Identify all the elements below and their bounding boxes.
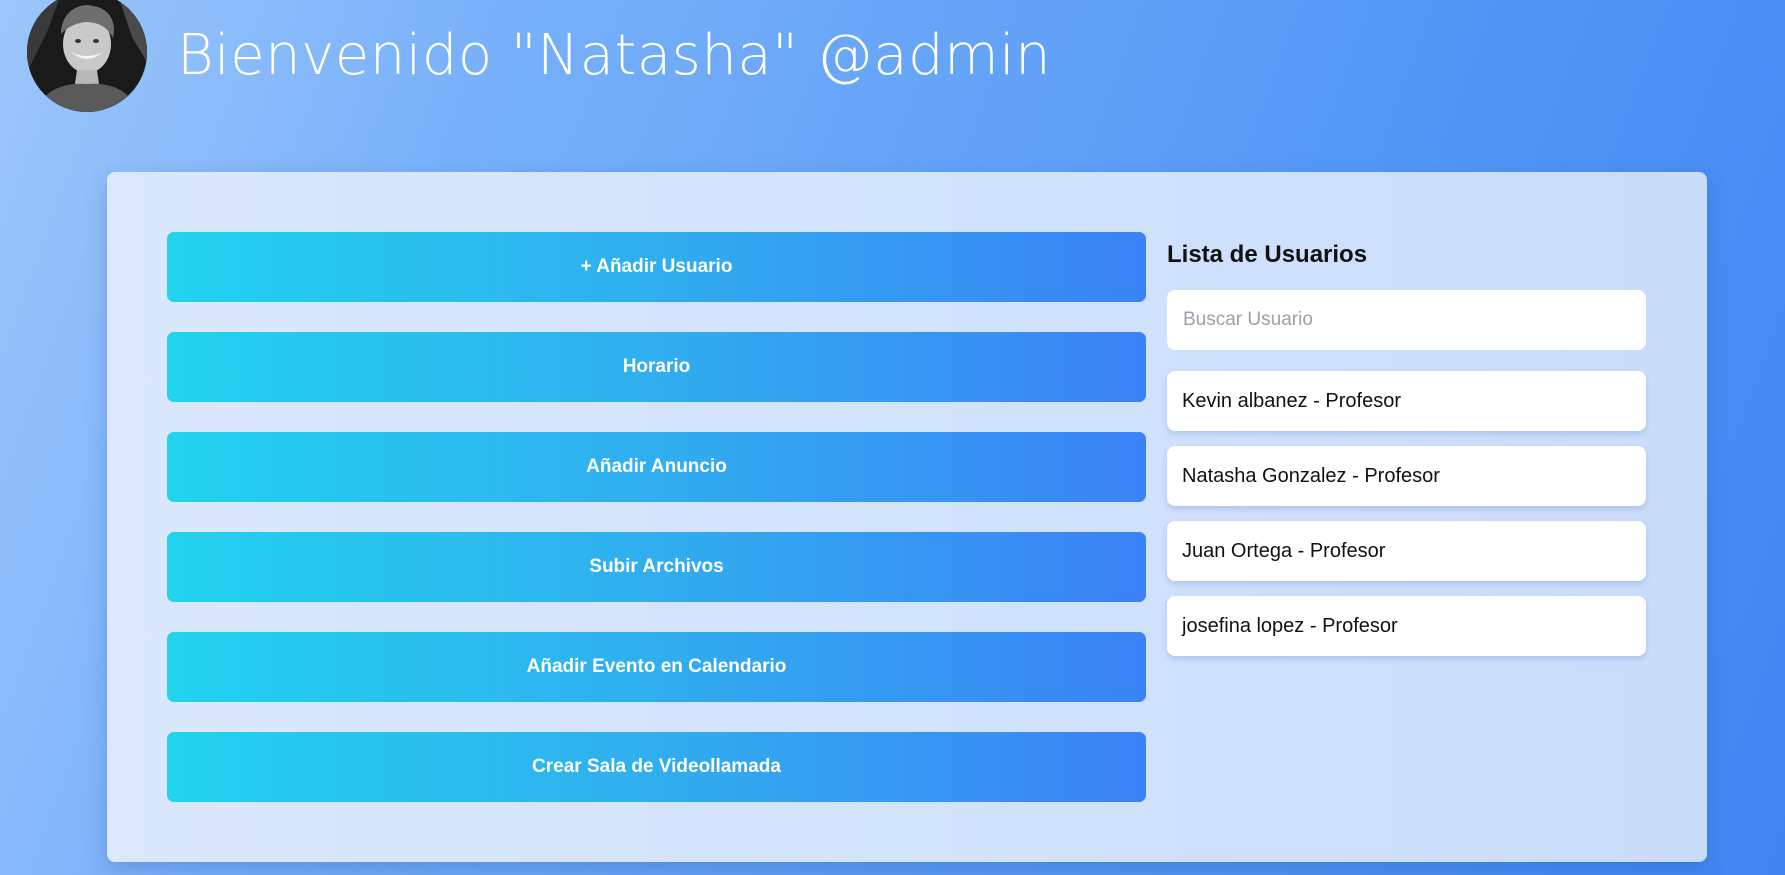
- search-user-input[interactable]: [1167, 290, 1646, 350]
- add-announcement-button[interactable]: Añadir Anuncio: [167, 432, 1146, 502]
- create-video-room-button[interactable]: Crear Sala de Videollamada: [167, 732, 1146, 802]
- user-list-item[interactable]: Natasha Gonzalez - Profesor: [1167, 446, 1646, 506]
- action-buttons: + Añadir Usuario Horario Añadir Anuncio …: [167, 232, 1146, 832]
- user-list-title: Lista de Usuarios: [1167, 241, 1368, 268]
- user-avatar-icon: [27, 0, 147, 112]
- avatar[interactable]: [27, 0, 147, 112]
- user-list-item[interactable]: josefina lopez - Profesor: [1167, 596, 1646, 656]
- welcome-title: Bienvenido "Natasha" @admin: [177, 23, 1052, 88]
- user-list-item[interactable]: Juan Ortega - Profesor: [1167, 521, 1646, 581]
- user-list: Kevin albanez - Profesor Natasha Gonzale…: [1167, 371, 1646, 656]
- dashboard-panel: + Añadir Usuario Horario Añadir Anuncio …: [107, 172, 1707, 862]
- user-list-section: Lista de Usuarios Kevin albanez - Profes…: [1167, 232, 1646, 671]
- page-header: Bienvenido "Natasha" @admin: [0, 0, 1785, 120]
- add-user-button[interactable]: + Añadir Usuario: [167, 232, 1146, 302]
- user-list-item[interactable]: Kevin albanez - Profesor: [1167, 371, 1646, 431]
- schedule-button[interactable]: Horario: [167, 332, 1146, 402]
- add-calendar-event-button[interactable]: Añadir Evento en Calendario: [167, 632, 1146, 702]
- upload-files-button[interactable]: Subir Archivos: [167, 532, 1146, 602]
